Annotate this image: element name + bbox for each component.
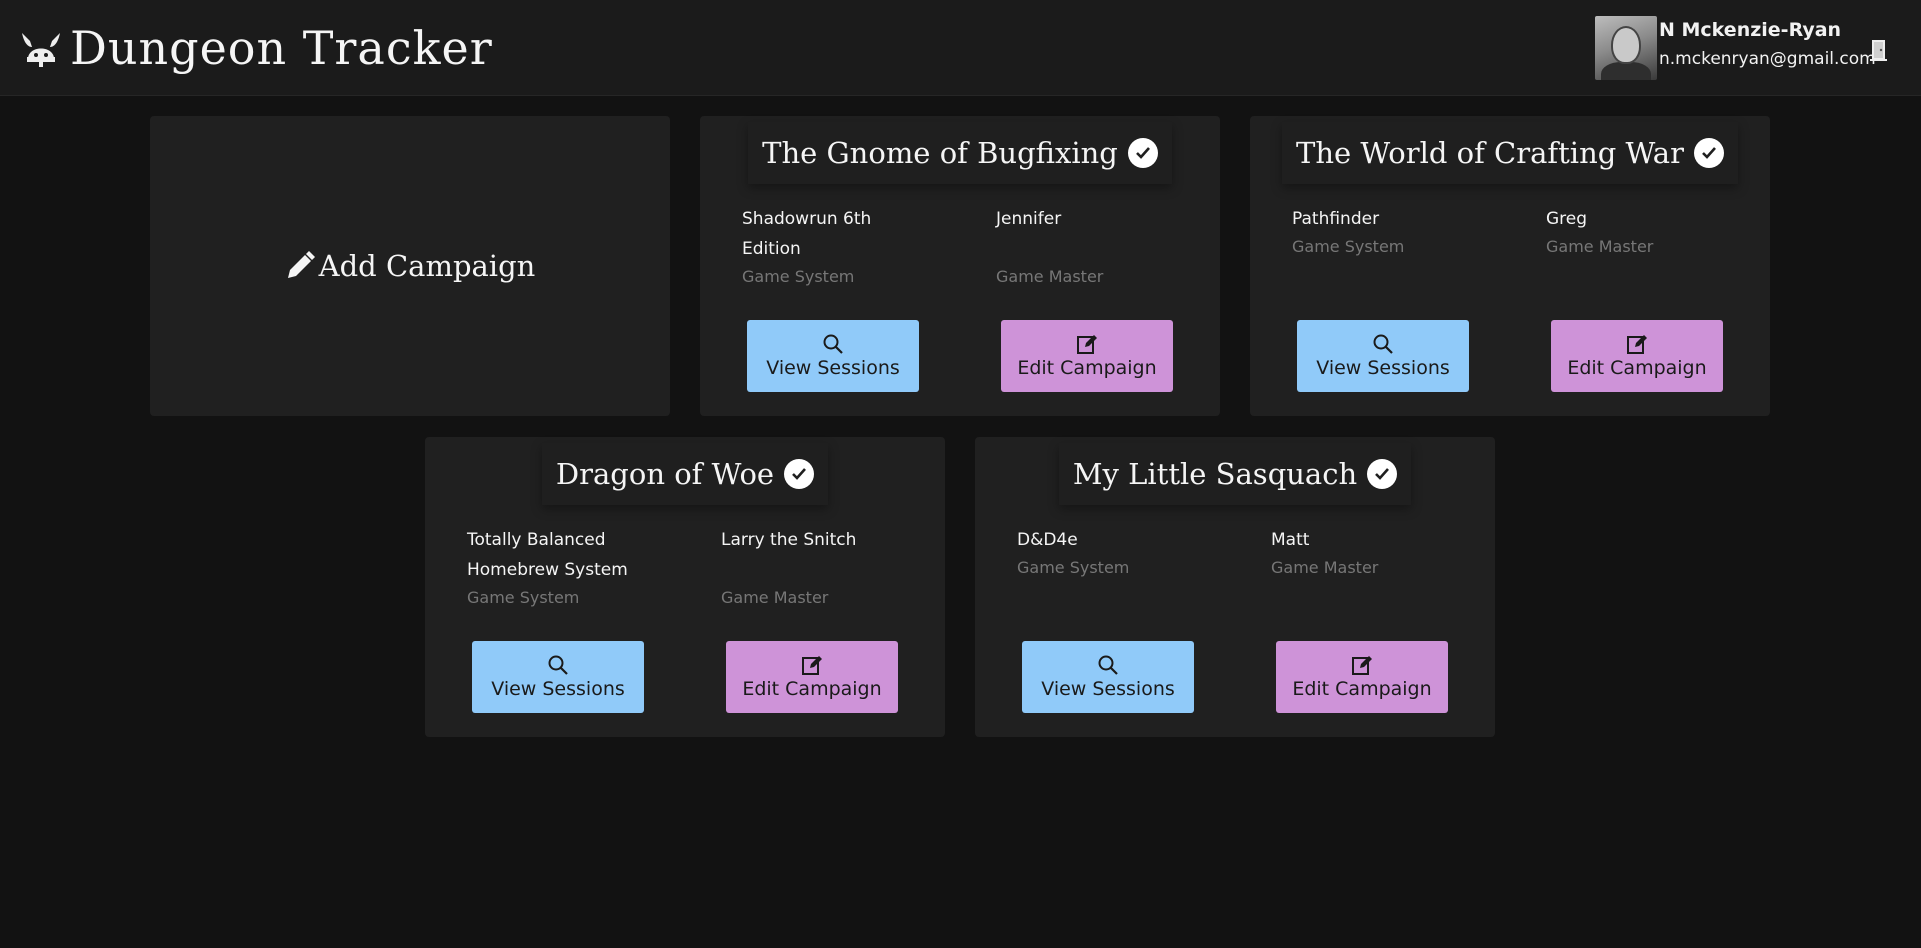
edit-square-icon: [1352, 656, 1372, 675]
game-master-field: Larry the Snitch Game Master: [721, 525, 891, 611]
campaign-title-text: Dragon of Woe: [555, 457, 775, 491]
campaign-title: Dragon of Woe: [541, 443, 829, 505]
game-system-field: Shadowrun 6th Edition Game System: [742, 204, 912, 290]
edit-square-icon: [802, 656, 822, 675]
check-circle-icon: [1693, 138, 1724, 168]
game-system-value: Shadowrun 6th Edition: [742, 209, 872, 259]
game-system-field: D&D4e Game System: [1017, 525, 1187, 581]
game-master-label: Game Master: [1271, 558, 1379, 577]
view-sessions-label: View Sessions: [1041, 678, 1175, 700]
door-icon[interactable]: [1868, 38, 1890, 62]
game-master-value: Jennifer: [996, 209, 1062, 229]
game-master-label: Game Master: [721, 588, 829, 607]
magnifier-icon: [1373, 334, 1393, 354]
view-sessions-label: View Sessions: [491, 678, 625, 700]
game-master-field: Matt Game Master: [1271, 525, 1441, 581]
game-master-label: Game Master: [996, 267, 1104, 286]
view-sessions-label: View Sessions: [1316, 357, 1450, 379]
user-name: N Mckenzie-Ryan: [1659, 19, 1842, 41]
edit-campaign-label: Edit Campaign: [742, 678, 882, 700]
magnifier-icon: [1098, 655, 1118, 675]
game-system-label: Game System: [1292, 237, 1405, 256]
avatar: [1595, 16, 1657, 80]
game-system-field: Pathfinder Game System: [1292, 204, 1462, 260]
campaign-title: The Gnome of Bugfixing: [748, 122, 1172, 184]
campaign-card: The World of Crafting War Pathfinder Gam…: [1250, 116, 1770, 416]
app-logo[interactable]: Dungeon Tracker: [18, 18, 493, 78]
pencil-icon: [287, 251, 315, 278]
game-master-value: Matt: [1271, 530, 1310, 550]
view-sessions-button[interactable]: View Sessions: [1022, 641, 1194, 713]
campaign-title: My Little Sasquach: [1058, 443, 1412, 505]
game-master-field: Jennifer Game Master: [996, 204, 1166, 290]
edit-campaign-label: Edit Campaign: [1017, 357, 1157, 379]
edit-campaign-label: Edit Campaign: [1567, 357, 1707, 379]
check-circle-icon: [1127, 138, 1158, 168]
game-system-label: Game System: [467, 588, 580, 607]
edit-campaign-label: Edit Campaign: [1292, 678, 1432, 700]
edit-campaign-button[interactable]: Edit Campaign: [726, 641, 898, 713]
viking-helmet-icon: [22, 33, 60, 67]
app-header: Dungeon Tracker N Mckenzie-Ryan n.mckenr…: [0, 0, 1921, 96]
check-circle-icon: [784, 459, 815, 489]
campaign-title-text: My Little Sasquach: [1072, 457, 1358, 491]
add-campaign-card[interactable]: Add Campaign: [150, 116, 670, 416]
campaign-title: The World of Crafting War: [1282, 122, 1738, 184]
game-system-field: Totally Balanced Homebrew System Game Sy…: [467, 525, 637, 611]
user-profile[interactable]: N Mckenzie-Ryan n.mckenryan@gmail.com: [1595, 16, 1876, 80]
view-sessions-button[interactable]: View Sessions: [472, 641, 644, 713]
app-title: Dungeon Tracker: [70, 21, 493, 75]
view-sessions-button[interactable]: View Sessions: [747, 320, 919, 392]
campaign-card: Dragon of Woe Totally Balanced Homebrew …: [425, 437, 945, 737]
user-email: n.mckenryan@gmail.com: [1659, 49, 1876, 69]
campaign-title-text: The World of Crafting War: [1296, 136, 1684, 170]
magnifier-icon: [548, 655, 568, 675]
game-system-value: D&D4e: [1017, 530, 1078, 550]
add-campaign-label: Add Campaign: [318, 249, 536, 283]
game-master-label: Game Master: [1546, 237, 1654, 256]
edit-campaign-button[interactable]: Edit Campaign: [1001, 320, 1173, 392]
campaign-card: The Gnome of Bugfixing Shadowrun 6th Edi…: [700, 116, 1220, 416]
game-master-field: Greg Game Master: [1546, 204, 1716, 260]
edit-square-icon: [1627, 335, 1647, 354]
check-circle-icon: [1367, 459, 1398, 489]
magnifier-icon: [823, 334, 843, 354]
game-system-value: Pathfinder: [1292, 209, 1380, 229]
edit-campaign-button[interactable]: Edit Campaign: [1276, 641, 1448, 713]
edit-campaign-button[interactable]: Edit Campaign: [1551, 320, 1723, 392]
view-sessions-label: View Sessions: [766, 357, 900, 379]
game-system-value: Totally Balanced Homebrew System: [467, 530, 628, 580]
edit-square-icon: [1077, 335, 1097, 354]
game-master-value: Larry the Snitch: [721, 530, 857, 550]
game-system-label: Game System: [1017, 558, 1130, 577]
campaign-card: My Little Sasquach D&D4e Game System Mat…: [975, 437, 1495, 737]
game-system-label: Game System: [742, 267, 855, 286]
campaign-title-text: The Gnome of Bugfixing: [762, 136, 1118, 170]
game-master-value: Greg: [1546, 209, 1588, 229]
view-sessions-button[interactable]: View Sessions: [1297, 320, 1469, 392]
